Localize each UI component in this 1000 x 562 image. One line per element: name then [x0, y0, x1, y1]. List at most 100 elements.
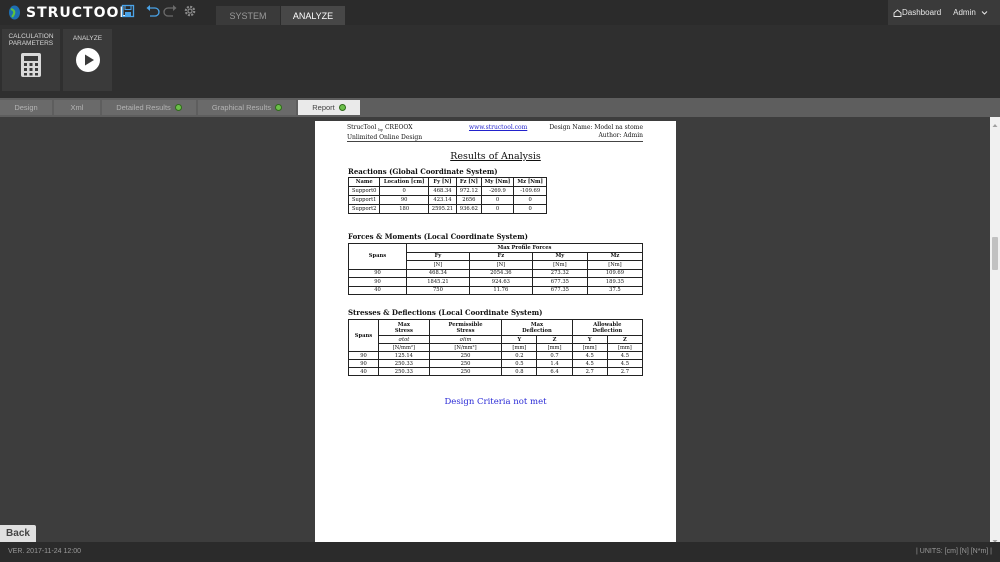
table-cell: [Nm] [531, 260, 588, 270]
reactions-table: Name Location [cm] Fy [N] Fz [N] My [Nm]… [347, 177, 547, 214]
table-cell: 1.4 [536, 359, 573, 368]
app-name: STRUCTOOL [26, 4, 130, 21]
tab-design-label: Design [14, 103, 38, 112]
tab-design[interactable]: Design [0, 100, 52, 115]
table-cell: Support2 [347, 204, 381, 214]
table-cell: 90 [379, 195, 429, 205]
design-criteria-status: Design Criteria not met [444, 397, 547, 407]
tab-xml[interactable]: Xml [54, 100, 100, 115]
table-cell: 468.34 [406, 268, 470, 278]
user-menu[interactable]: Admin [953, 8, 989, 17]
forces-table: Spans Max Profile Forces Fy Fz My Mz [N]… [348, 243, 644, 295]
logo-icon [8, 5, 21, 20]
table-header-row: Name Location [cm] Fy [N] Fz [N] My [Nm]… [347, 177, 547, 187]
analyze-label: ANALYZE [72, 35, 103, 42]
header-text: Stress [456, 327, 475, 334]
dashboard-link[interactable]: Dashboard [893, 8, 941, 17]
redo-icon[interactable] [162, 4, 178, 20]
table-cell: 924.63 [468, 277, 533, 287]
table-header: Mz [Nm] [513, 177, 547, 187]
table-row: 90 250.33 250 0.5 1.4 4.5 4.5 [348, 359, 644, 368]
table-cell: 2.7 [606, 367, 644, 376]
header-author: Author: Admin [598, 131, 643, 139]
chevron-down-icon [981, 10, 988, 15]
table-cell: 2595.21 [427, 204, 458, 214]
table-cell: [mm] [501, 343, 538, 352]
table-header: Max Deflection [501, 319, 573, 336]
table-cell: 1845.21 [406, 277, 470, 287]
status-dot-icon [275, 104, 283, 111]
table-cell: -269.9 [480, 186, 515, 196]
table-row: Support1 90 423.14 2656 0 0 [347, 195, 547, 205]
status-dot-icon [338, 104, 346, 111]
header-text: Deflection [592, 327, 623, 334]
table-cell: 250.33 [378, 367, 430, 376]
tab-report[interactable]: Report [298, 100, 360, 115]
table-header: σlim [428, 335, 503, 344]
table-cell: 0.7 [536, 351, 573, 360]
table-cell: 250 [428, 367, 503, 376]
table-cell: 2656 [456, 195, 482, 205]
tab-system[interactable]: SYSTEM [216, 6, 280, 25]
table-cell: 2054.36 [468, 268, 533, 278]
table-cell: 423.14 [427, 195, 458, 205]
table-header-row: σtot σlim Y Z Y Z [349, 335, 644, 344]
table-cell: 0.5 [501, 359, 538, 368]
table-cell: 4.5 [571, 359, 608, 368]
table-cell: 40 [348, 367, 379, 376]
table-header: Spans [348, 243, 407, 270]
table-row: 90 468.34 2054.36 273.32 109.69 [348, 268, 644, 278]
tab-graphical-results[interactable]: Graphical Results [198, 100, 296, 115]
user-name: Admin [953, 8, 976, 17]
save-icon[interactable] [121, 4, 137, 20]
calculation-parameters-button[interactable]: CALCULATION PARAMETERS [2, 29, 60, 91]
scroll-up-arrow-icon[interactable] [990, 117, 1000, 127]
table-cell: Support1 [347, 195, 381, 205]
user-area: Dashboard Admin [888, 0, 1000, 25]
table-header: Name [347, 177, 381, 187]
tab-analyze[interactable]: ANALYZE [281, 6, 345, 25]
analyze-button[interactable]: ANALYZE [63, 29, 112, 91]
table-cell: 90 [348, 277, 407, 287]
scroll-down-arrow-icon[interactable] [990, 533, 1000, 543]
table-header: Fy [406, 251, 470, 261]
table-cell: 90 [348, 359, 379, 368]
tab-xml-label: Xml [70, 103, 84, 112]
play-icon [75, 48, 100, 72]
header-by: by [378, 127, 384, 133]
table-cell: Support0 [347, 186, 381, 196]
table-cell: 468.34 [427, 186, 458, 196]
table-cell: 0 [480, 204, 515, 214]
header-right: Design Name: Model na stome Author: Admi… [549, 124, 643, 139]
header-left: StrucTool by CREOOX Unlimited Online Des… [347, 124, 422, 141]
table-cell: 0 [513, 195, 547, 205]
forces-heading: Forces & Moments (Local Coordinate Syste… [348, 232, 528, 241]
scrollbar-thumb[interactable] [992, 237, 998, 270]
table-cell: 250.33 [378, 359, 430, 368]
undo-icon[interactable] [145, 4, 161, 20]
table-cell: 4.5 [571, 351, 608, 360]
settings-gear-icon[interactable] [183, 4, 199, 20]
table-cell: 189.35 [586, 277, 644, 287]
table-cell: 4.5 [606, 351, 644, 360]
tab-detailed-results[interactable]: Detailed Results [102, 100, 196, 115]
header-link[interactable]: www.structool.com [469, 124, 527, 132]
table-header: My [Nm] [480, 177, 515, 187]
table-cell: 0 [480, 195, 515, 205]
status-dot-icon [174, 104, 182, 111]
table-cell: [N/mm²] [378, 343, 430, 352]
table-row: 40 750 11.76 677.35 37.5 [348, 285, 644, 295]
ribbon: CALCULATION PARAMETERS ANALYZE [0, 25, 1000, 98]
table-cell: 936.62 [456, 204, 482, 214]
table-header: Fy [N] [427, 177, 458, 187]
stresses-heading: Stresses & Deflections (Local Coordinate… [348, 308, 543, 317]
status-bar: VER. 2017-11-24 12:00 | UNITS: [cm] [N] … [0, 542, 1000, 562]
app-logo[interactable]: STRUCTOOL [8, 4, 129, 21]
table-cell: 250 [428, 359, 503, 368]
table-header: Max Stress [378, 319, 430, 336]
report-scrollbar[interactable] [990, 117, 1000, 543]
top-bar: STRUCTOOL SYSTEM ANALYZE Dashboard Admin [0, 0, 1000, 25]
header-app-name: StrucTool [347, 124, 377, 131]
back-button[interactable]: Back [0, 525, 36, 542]
table-row: Support0 0 468.34 972.12 -269.9 -109.69 [347, 186, 547, 196]
